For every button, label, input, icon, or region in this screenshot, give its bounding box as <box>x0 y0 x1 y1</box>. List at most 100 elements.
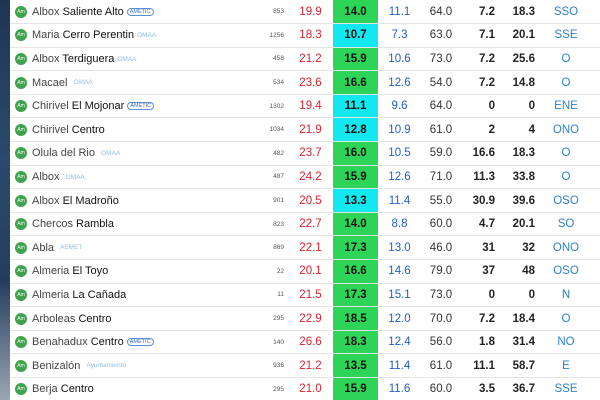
station-altitude: 22 <box>260 259 288 284</box>
wind-direction: SSO <box>541 0 591 25</box>
station-place[interactable]: Albox <box>32 195 60 207</box>
station-name-cell[interactable]: Albox El Madroño <box>32 188 260 213</box>
station-badge-cell: Am <box>10 306 32 331</box>
station-row[interactable]: Am Albox Terdiguera OMAA 458 21.2 15.9 10… <box>10 47 600 72</box>
wind-direction: SSE <box>541 377 591 400</box>
humidity: 70.0 <box>421 306 461 331</box>
station-row[interactable]: Am Chercos Rambla 823 22.7 14.0 8.8 60.0… <box>10 212 600 237</box>
pressure: 1006 <box>591 117 600 143</box>
temp-current: 11.1 <box>333 94 378 119</box>
station-name-cell[interactable]: Almeria El Toyo <box>32 259 260 284</box>
station-row[interactable]: Am Albox OMAA 487 24.2 15.9 12.6 71.0 11… <box>10 165 600 190</box>
station-name[interactable]: Centro <box>61 383 94 395</box>
station-row[interactable]: Am Benahadux Centro AMETIC 140 26.6 18.3 … <box>10 330 600 355</box>
station-row[interactable]: Am Olula del Rio OMAA 482 23.7 16.0 10.5… <box>10 141 600 166</box>
station-name-cell[interactable]: Abla AEMET <box>32 235 260 261</box>
station-name[interactable]: Centro <box>78 313 111 325</box>
temp-max: 21.9 <box>288 117 333 143</box>
station-place[interactable]: Chercos <box>32 218 73 230</box>
station-name-cell[interactable]: Chercos Rambla <box>32 212 260 237</box>
station-name-cell[interactable]: Maria Cerro Perentin OMAA <box>32 23 260 48</box>
station-name-cell[interactable]: Macael OMAA <box>32 70 260 95</box>
station-place[interactable]: Macael <box>32 77 67 89</box>
station-row[interactable]: Am Berja Centro 295 21.0 15.9 11.6 60.0 … <box>10 377 600 400</box>
station-row[interactable]: Am Chirivel Centro 1034 21.9 12.8 10.9 6… <box>10 117 600 143</box>
station-place[interactable]: Albox <box>32 53 60 65</box>
temp-min: 12.6 <box>378 165 421 190</box>
station-name[interactable]: Centro <box>91 336 124 348</box>
station-place[interactable]: Albox <box>32 171 60 183</box>
temp-min: 9.6 <box>378 94 421 119</box>
station-place[interactable]: Albox <box>32 6 60 18</box>
station-name-cell[interactable]: Almeria La Cañada <box>32 283 260 308</box>
station-place[interactable]: Benizalón <box>32 360 80 372</box>
station-source-label: OMAA <box>65 173 85 181</box>
station-row[interactable]: Am Almeria El Toyo 22 20.1 16.6 14.6 79.… <box>10 259 600 284</box>
station-badge-cell: Am <box>10 212 32 237</box>
station-name-cell[interactable]: Benizalón Ayuntamiento <box>32 353 260 378</box>
temp-current: 18.5 <box>333 306 378 331</box>
station-row[interactable]: Am Almeria La Cañada 11 21.5 17.3 15.1 7… <box>10 283 600 308</box>
station-name-cell[interactable]: Arboleas Centro <box>32 306 260 331</box>
station-name-cell[interactable]: Albox Saliente Alto AMETIC <box>32 0 260 25</box>
temp-max: 20.1 <box>288 259 333 284</box>
station-name-cell[interactable]: Chirivel El Mojonar AMETIC <box>32 94 260 119</box>
wind-direction: O <box>541 306 591 331</box>
station-badge-icon: Am <box>15 265 27 278</box>
station-name-cell[interactable]: Chirivel Centro <box>32 117 260 143</box>
station-place[interactable]: Almeria <box>32 265 69 277</box>
stations-table-container[interactable]: Am Albox Saliente Alto AMETIC 853 19.9 14… <box>10 0 600 400</box>
station-place[interactable]: Berja <box>32 383 58 395</box>
temp-max: 21.5 <box>288 283 333 308</box>
station-row[interactable]: Am Albox Saliente Alto AMETIC 853 19.9 14… <box>10 0 600 25</box>
wind-gust: 33.8 <box>499 165 541 190</box>
station-row[interactable]: Am Arboleas Centro 295 22.9 18.5 12.0 70… <box>10 306 600 331</box>
pressure: 1004.2 <box>591 94 600 119</box>
station-name[interactable]: Cerro Perentin <box>63 29 135 41</box>
station-name[interactable]: Rambla <box>76 218 114 230</box>
station-name-cell[interactable]: Albox Terdiguera OMAA <box>32 47 260 72</box>
wind-speed: 1.8 <box>461 330 499 355</box>
humidity: 46.0 <box>421 235 461 261</box>
station-place[interactable]: Chirivel <box>32 100 69 112</box>
station-name[interactable]: El Mojonar <box>72 100 125 112</box>
station-row[interactable]: Am Macael OMAA 534 23.6 16.6 12.6 54.0 7… <box>10 70 600 95</box>
station-name[interactable]: Saliente Alto <box>63 6 124 18</box>
temp-min: 12.6 <box>378 70 421 95</box>
station-badge-icon: Am <box>15 53 27 66</box>
station-badge-icon: Am <box>15 123 27 136</box>
wind-speed: 7.2 <box>461 0 499 25</box>
station-place[interactable]: Arboleas <box>32 313 75 325</box>
station-place[interactable]: Benahadux <box>32 336 88 348</box>
humidity: 73.0 <box>421 47 461 72</box>
station-row[interactable]: Am Benizalón Ayuntamiento 936 21.2 13.5 … <box>10 353 600 378</box>
station-place[interactable]: Abla <box>32 242 54 254</box>
temp-max: 23.7 <box>288 141 333 166</box>
wind-direction: E <box>541 353 591 378</box>
wind-speed: 7.1 <box>461 23 499 48</box>
station-place[interactable]: Chirivel <box>32 124 69 136</box>
station-name[interactable]: Centro <box>72 124 105 136</box>
station-row[interactable]: Am Abla AEMET 869 22.1 17.3 13.0 46.0 31… <box>10 235 600 261</box>
station-name[interactable]: El Madroño <box>63 195 119 207</box>
station-name[interactable]: La Cañada <box>72 289 126 301</box>
station-name-cell[interactable]: Olula del Rio OMAA <box>32 141 260 166</box>
humidity: 59.0 <box>421 141 461 166</box>
temp-min: 11.4 <box>378 188 421 213</box>
station-row[interactable]: Am Maria Cerro Perentin OMAA 1256 18.3 10… <box>10 23 600 48</box>
station-name[interactable]: Terdiguera <box>62 53 114 65</box>
station-badge-icon: Am <box>15 241 27 254</box>
station-name-cell[interactable]: Berja Centro <box>32 377 260 400</box>
station-name[interactable]: El Toyo <box>72 265 108 277</box>
pressure: 1005.2 <box>591 141 600 166</box>
station-badge-cell: Am <box>10 235 32 261</box>
station-name-cell[interactable]: Albox OMAA <box>32 165 260 190</box>
station-row[interactable]: Am Chirivel El Mojonar AMETIC 1302 19.4 1… <box>10 94 600 119</box>
temp-max: 22.7 <box>288 212 333 237</box>
station-place[interactable]: Almeria <box>32 289 69 301</box>
station-place[interactable]: Maria <box>32 29 60 41</box>
station-row[interactable]: Am Albox El Madroño 901 20.5 13.3 11.4 5… <box>10 188 600 213</box>
station-place[interactable]: Olula del Rio <box>32 147 95 159</box>
humidity: 63.0 <box>421 23 461 48</box>
station-name-cell[interactable]: Benahadux Centro AMETIC <box>32 330 260 355</box>
